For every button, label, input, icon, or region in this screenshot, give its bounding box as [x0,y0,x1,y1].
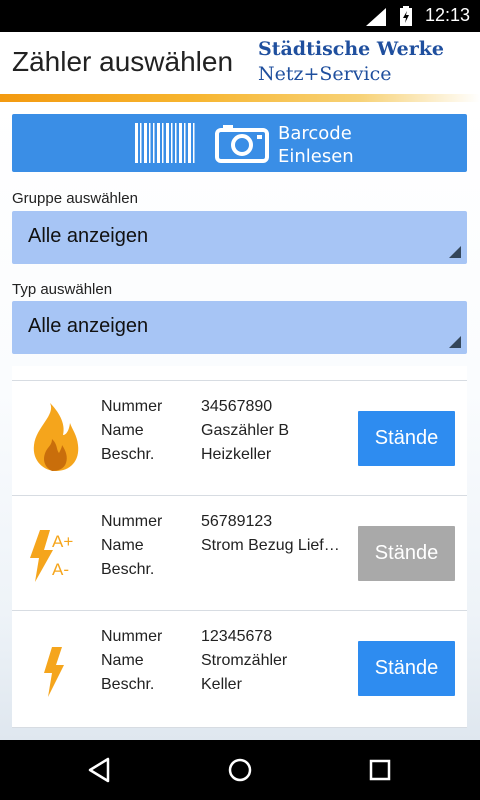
dropdown-arrow-icon [449,336,461,348]
brand-line2: Netz+Service [257,63,392,85]
meter-field-labels: Nummer Name Beschr. [101,510,162,582]
meter-field-values: 12345678 Stromzähler Keller [201,625,356,697]
description-label: Beschr. [101,446,155,463]
electricity-icon [44,647,64,697]
meter-list-item[interactable]: A+ A- Nummer Name Beschr. 56789123 Strom… [12,496,467,611]
type-select-value: Alle anzeigen [28,315,149,337]
battery-icon [400,6,412,26]
number-label: Nummer [101,628,163,645]
meter-number: 56789123 [201,513,273,530]
number-label: Nummer [101,398,163,415]
recents-icon[interactable] [367,756,393,784]
type-select-label: Typ auswählen [12,281,113,298]
group-select-value: Alle anzeigen [28,225,149,247]
meter-description [201,558,356,582]
dropdown-arrow-icon [449,246,461,258]
page-title: Zähler auswählen [12,46,234,77]
name-label: Name [101,652,144,669]
meter-field-values: 56789123 Strom Bezug Lief… [201,510,356,582]
readings-button[interactable]: Stände [358,411,455,466]
meter-number: 34567890 [201,398,273,415]
brand-logo: Städtische Werke Netz+Service [258,37,444,87]
type-select[interactable]: Alle anzeigen [12,301,467,354]
barcode-button-label: Barcode Einlesen [278,122,354,168]
meter-field-labels: Nummer Name Beschr. [101,395,162,467]
meter-description: Heizkeller [201,446,272,463]
electricity-bidirectional-icon: A+ A- [30,530,73,582]
meter-list-item[interactable]: Nummer Name Beschr. 34567890 Gaszähler B… [12,381,467,496]
home-icon[interactable] [227,756,253,784]
list-header-spacer [12,366,467,381]
meter-description: Keller [201,676,242,693]
brand-line1: Städtische Werke [257,38,444,60]
back-icon[interactable] [86,756,112,784]
meter-name: Stromzähler [201,652,288,669]
name-label: Name [101,422,144,439]
readings-button[interactable]: Stände [358,641,455,696]
gas-flame-icon [33,403,79,471]
app-header: Zähler auswählen Städtische Werke Netz+S… [0,32,480,94]
meter-field-labels: Nummer Name Beschr. [101,625,162,697]
navigation-bar [0,740,480,800]
status-bar: 12:13 [0,0,480,32]
group-select-label: Gruppe auswählen [12,190,138,207]
meter-field-values: 34567890 Gaszähler B Heizkeller [201,395,356,467]
group-select[interactable]: Alle anzeigen [12,211,467,264]
svg-text:A+: A+ [52,532,73,551]
meter-name: Gaszähler B [201,422,290,439]
barcode-scan-button[interactable]: Barcode Einlesen [12,114,467,172]
description-label: Beschr. [101,561,155,578]
number-label: Nummer [101,513,163,530]
barcode-icon [135,123,195,163]
camera-icon [215,125,269,163]
readings-button[interactable]: Stände [358,526,455,581]
clock: 12:13 [424,5,470,25]
svg-text:A-: A- [52,560,69,579]
signal-icon [366,8,386,26]
header-stripe [0,94,480,102]
meter-name: Strom Bezug Lief… [201,537,340,554]
barcode-label-line1: Barcode [278,123,352,144]
name-label: Name [101,537,144,554]
barcode-label-line2: Einlesen [278,146,354,167]
meter-number: 12345678 [201,628,273,645]
description-label: Beschr. [101,676,155,693]
meter-list-item[interactable]: Nummer Name Beschr. 12345678 Stromzähler… [12,611,467,728]
